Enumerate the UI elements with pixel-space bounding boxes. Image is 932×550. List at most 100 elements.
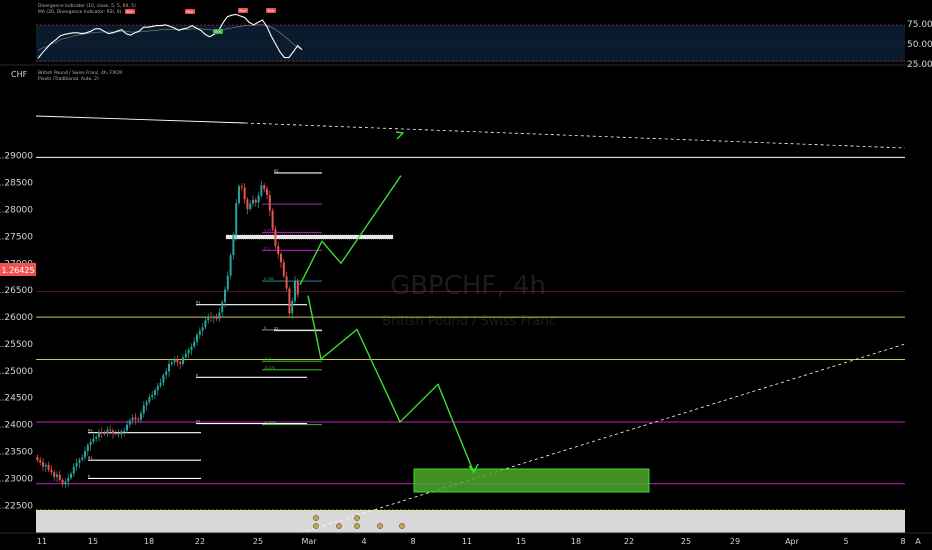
price-tick-label: 1.29000: [0, 152, 33, 162]
price-tick-label: 1.28000: [0, 206, 33, 216]
candle-body: [70, 473, 72, 478]
pivot-segment-label: R2: [88, 429, 93, 433]
candle-body: [204, 320, 207, 328]
candle-body: [282, 262, 285, 277]
fib-level-label: 0.382: [264, 277, 274, 281]
economic-event-icon: [354, 515, 360, 521]
oscillator-y-axis[interactable]: 75.00 50.00 25.00: [907, 20, 932, 70]
candle-body: [117, 433, 120, 435]
currency-button[interactable]: CHF: [11, 70, 28, 79]
economic-event-icon: [313, 515, 319, 521]
candle-body: [72, 466, 75, 474]
fib-level-label: 0: [264, 326, 266, 330]
resistance-band[interactable]: [225, 234, 394, 240]
candle-body: [190, 346, 193, 350]
time-tick-label: 11: [37, 537, 47, 546]
time-tick-label: 15: [88, 537, 98, 546]
candle-body: [92, 438, 95, 442]
candle-body: [182, 357, 184, 364]
bottom-shade: [36, 510, 905, 533]
candle-body: [240, 186, 243, 188]
time-tick-label: 15: [516, 537, 526, 546]
candle-body: [84, 450, 86, 458]
candle-body: [235, 203, 238, 236]
candle-body: [120, 431, 123, 435]
price-tick-label: 1.27500: [0, 232, 33, 242]
candle-body: [89, 441, 92, 446]
chart-canvas: Bear Bear Bull Bear Bear Divergence Indicato…: [0, 0, 932, 550]
candle-body: [64, 481, 67, 484]
oscillator-tick-label: 75.00: [907, 20, 932, 30]
pivots-legend: Pivots (Traditional, Auto, 2): [38, 76, 99, 82]
candle-body: [218, 312, 221, 319]
candle-body: [196, 334, 198, 342]
oscillator-legend-1: Divergence Indicator (10, close, 5, 5, 6…: [38, 3, 136, 9]
time-tick-label: 25: [253, 537, 263, 546]
candle-body: [168, 363, 170, 372]
candle-body: [50, 469, 53, 472]
pivot-segment-label: R1: [196, 301, 201, 305]
candle-body: [176, 359, 179, 363]
pivot-segment-label: P: [88, 474, 90, 478]
fib-level-label: -0.2: [264, 357, 271, 361]
candle-body: [207, 316, 210, 321]
candle-body: [291, 300, 294, 314]
candle-body: [75, 462, 78, 467]
price-tick-label: 1.22500: [0, 501, 33, 511]
candle-body: [123, 430, 126, 432]
time-tick-label: Mar: [301, 537, 317, 546]
candle-body: [159, 382, 162, 386]
time-tick-label: 11: [462, 537, 472, 546]
time-tick-label: 4: [361, 537, 366, 546]
candle-body: [266, 189, 268, 195]
candle-body: [170, 362, 173, 364]
candle-body: [285, 276, 288, 289]
candle-body: [257, 195, 260, 203]
time-tick-label: 25: [681, 537, 691, 546]
candle-body: [173, 359, 176, 363]
candle-body: [126, 424, 128, 431]
candle-body: [274, 228, 277, 247]
candle-body: [221, 302, 224, 313]
watermark-subtitle: British Pound / Swiss Franc: [382, 314, 556, 329]
candle-body: [47, 464, 50, 470]
candle-body: [294, 280, 296, 301]
candle-body: [210, 316, 212, 318]
target-zone[interactable]: [413, 468, 650, 493]
oscillator-tick-label: 50.00: [907, 40, 932, 50]
candle-body: [61, 480, 64, 484]
candle-body: [140, 413, 142, 420]
price-tick-label: 1.25000: [0, 367, 33, 377]
candle-body: [53, 471, 56, 477]
candle-body: [224, 289, 226, 303]
candle-body: [229, 255, 232, 276]
auto-scale-button[interactable]: A: [915, 537, 921, 546]
oscillator-band-fill: [36, 25, 905, 62]
candle-body: [137, 419, 140, 421]
candle-body: [215, 317, 218, 319]
price-tick-label: 1.28500: [0, 179, 33, 189]
price-tick-label: 1.24500: [0, 394, 33, 404]
candle-body: [198, 330, 201, 335]
candle-body: [42, 462, 44, 467]
economic-event-icon: [399, 523, 405, 529]
watermark-title: GBPCHF, 4h: [390, 271, 546, 301]
price-tick-label: 1.26500: [0, 286, 33, 296]
candle-body: [271, 210, 274, 229]
divergence-marker-label: Bear: [268, 9, 276, 13]
candle-body: [296, 280, 299, 295]
candle-body: [131, 417, 134, 421]
candle-body: [212, 317, 215, 319]
candle-body: [98, 432, 100, 438]
candle-body: [252, 199, 254, 204]
candle-body: [86, 445, 89, 451]
candle-body: [249, 203, 252, 209]
candle-body: [81, 457, 84, 460]
pivot-segment-label: R2: [274, 169, 279, 173]
candle-body: [114, 433, 117, 435]
candle-body: [162, 375, 165, 383]
candle-body: [109, 429, 112, 431]
economic-event-icon: [377, 523, 383, 529]
price-tick-label: 1.23000: [0, 474, 33, 484]
candle-body: [148, 397, 151, 403]
